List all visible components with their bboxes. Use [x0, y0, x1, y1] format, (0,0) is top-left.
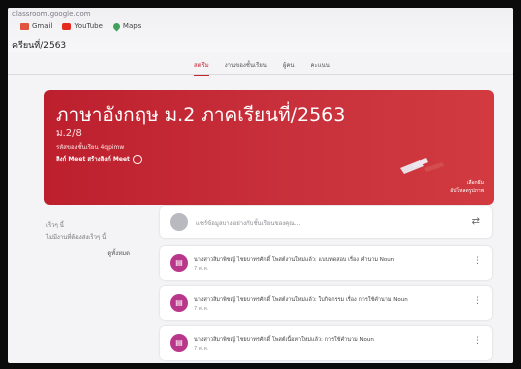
post-text: นางสาวสิมาพิชญ์ ไชยบาทรศักดิ์ โพสต์งานให…: [194, 257, 395, 263]
browser-top: classroom.google.com Gmail YouTube Maps …: [8, 8, 513, 52]
class-name[interactable]: ครียนที่/2563: [12, 38, 66, 52]
repost-icon[interactable]: ⇄: [472, 216, 480, 227]
bookmark-maps[interactable]: Maps: [111, 21, 142, 31]
upcoming-text: ไม่มีงานที่ต้องส่งเร็วๆ นี้: [46, 234, 107, 241]
meet-label: ลิงก์ Meet สร้างลิงก์ Meet: [56, 156, 130, 163]
upload-photo-link[interactable]: อัปโหลดรูปภาพ: [450, 187, 484, 195]
material-icon: ▤: [170, 334, 188, 352]
post-date: 7 ต.ค.: [194, 306, 209, 312]
screen: classroom.google.com Gmail YouTube Maps …: [8, 8, 513, 363]
book-shape: [424, 162, 444, 172]
bookmark-label: YouTube: [74, 22, 103, 30]
share-box[interactable]: แชร์ข้อมูลบางอย่างกับชั้นเรียนของคุณ... …: [160, 206, 492, 238]
class-code[interactable]: รหัสของชั้นเรียน 4qpimw: [56, 142, 124, 152]
avatar: [170, 213, 188, 231]
bookmarks-bar: Gmail YouTube Maps: [20, 21, 142, 31]
post-date: 7 ต.ค.: [194, 346, 209, 352]
tab-divider: [8, 74, 513, 75]
assignment-icon: ▤: [170, 254, 188, 272]
bookmark-label: Maps: [122, 22, 142, 30]
banner-illustration: [400, 158, 444, 174]
class-banner: ภาษาอังกฤษ ม.2 ภาคเรียนที่/2563 ม.2/8 รห…: [44, 90, 494, 205]
share-placeholder: แชร์ข้อมูลบางอย่างกับชั้นเรียนของคุณ...: [196, 220, 301, 227]
more-vert-icon[interactable]: ⋮: [473, 336, 482, 346]
meet-link[interactable]: ลิงก์ Meet สร้างลิงก์ Meet: [56, 154, 142, 164]
banner-subtitle: ม.2/8: [56, 128, 82, 139]
stream-post[interactable]: ▤ นางสาวสิมาพิชญ์ ไชยบาทรศักดิ์ โพสต์งาน…: [160, 286, 492, 320]
bookmark-youtube[interactable]: YouTube: [62, 22, 103, 30]
stream-post[interactable]: ▤ นางสาวสิมาพิชญ์ ไชยบาทรศักดิ์ โพสต์งาน…: [160, 246, 492, 280]
bookmark-gmail[interactable]: Gmail: [20, 22, 52, 30]
bookmark-label: Gmail: [32, 22, 53, 30]
gmail-icon: [20, 22, 29, 30]
upcoming-title: เร็วๆ นี้: [46, 222, 64, 229]
post-text: นางสาวสิมาพิชญ์ ไชยบาทรศักดิ์ โพสต์เนื้อ…: [194, 337, 374, 343]
banner-customize[interactable]: เลือกธีม อัปโหลดรูปภาพ: [450, 179, 484, 195]
post-text: นางสาวสิมาพิชญ์ ไชยบาทรศักดิ์ โพสต์งานให…: [194, 297, 408, 303]
stream-post[interactable]: ▤ นางสาวสิมาพิชญ์ ไชยบาทรศักดิ์ โพสต์เนื…: [160, 326, 492, 360]
banner-title: ภาษาอังกฤษ ม.2 ภาคเรียนที่/2563: [56, 104, 346, 126]
youtube-icon: [62, 22, 72, 30]
post-date: 7 ต.ค.: [194, 266, 209, 272]
more-vert-icon[interactable]: ⋮: [473, 256, 482, 266]
assignment-icon: ▤: [170, 294, 188, 312]
maps-icon: [111, 21, 122, 31]
more-vert-icon[interactable]: ⋮: [473, 296, 482, 306]
url-bar[interactable]: classroom.google.com: [12, 10, 91, 18]
upcoming-panel: เร็วๆ นี้ ไม่มีงานที่ต้องส่งเร็วๆ นี้ ดู…: [46, 220, 136, 280]
video-icon: [132, 154, 142, 164]
view-all-link[interactable]: ดูทั้งหมด: [107, 248, 130, 260]
select-theme-link[interactable]: เลือกธีม: [450, 179, 484, 187]
